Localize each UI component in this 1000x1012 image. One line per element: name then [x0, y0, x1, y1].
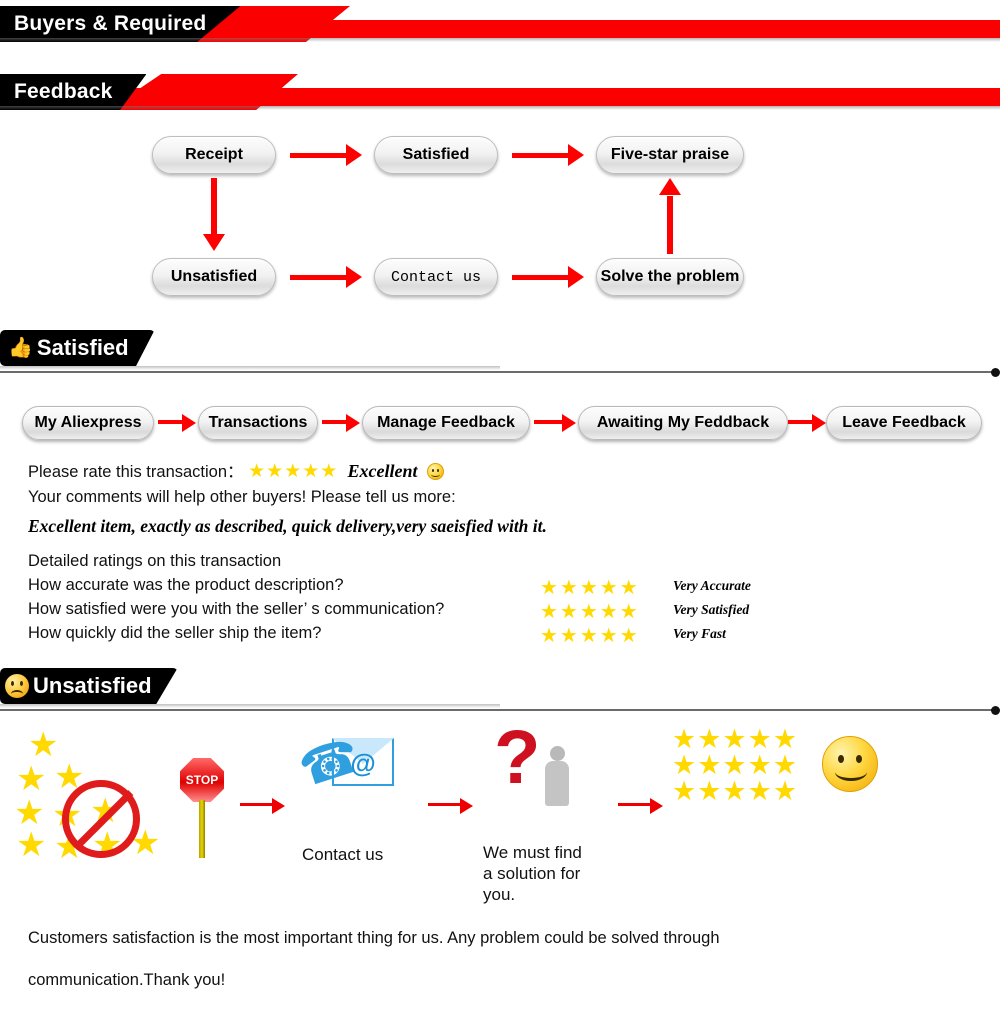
details-title: Detailed ratings on this transaction — [28, 552, 282, 570]
stop-sign-pole — [199, 800, 205, 858]
nav-step-my-aliexpress[interactable]: My Aliexpress — [22, 406, 154, 440]
rating-stars: ★★★★★ — [540, 625, 640, 647]
flow-node-unsatisfied[interactable]: Unsatisfied — [152, 258, 276, 296]
unsatisfied-illustration-row: ★ ★ ★ ★ ★ ★ ★ ★ ★ ★ STOP @ ☎ Contact us ? We m… — [0, 720, 1000, 920]
flow-arrow-receipt-satisfied — [290, 144, 362, 166]
section-label-unsatisfied: Unsatisfied — [33, 673, 152, 698]
buyer-comment-text: Excellent item, exactly as described, qu… — [28, 516, 547, 536]
banner-feedback: Feedback — [0, 68, 1000, 114]
banner-buyers-required: Buyers & Required — [0, 0, 1000, 46]
rating-question: How accurate was the product description… — [28, 576, 344, 594]
flow-arrow-contact-solve — [512, 266, 584, 288]
thumbs-up-icon: 👍 — [8, 337, 33, 359]
flow-arrow-receipt-unsatisfied — [203, 178, 225, 254]
rating-label: Very Fast — [673, 626, 726, 641]
flow-node-satisfied[interactable]: Satisfied — [374, 136, 498, 174]
details-title-row: Detailed ratings on this transaction — [28, 552, 908, 576]
question-mark-person-icon: ? — [490, 720, 586, 810]
illus-arrow-2 — [428, 798, 474, 814]
flow-node-five-star-praise[interactable]: Five-star praise — [596, 136, 744, 174]
rating-stars: ★★★★★ — [540, 601, 640, 623]
nav-arrow-1 — [158, 414, 196, 432]
flow-arrow-solve-praise — [659, 178, 681, 254]
section-rule — [0, 706, 1000, 715]
nav-step-leave-feedback[interactable]: Leave Feedback — [826, 406, 982, 440]
caption-contact-us: Contact us — [302, 845, 384, 864]
nav-arrow-4 — [788, 414, 826, 432]
footer-line-1: Customers satisfaction is the most impor… — [28, 929, 720, 947]
section-plate-unsatisfied: Unsatisfied — [0, 668, 178, 704]
rate-stars: ★★★★★ — [248, 461, 339, 482]
feedback-flowchart: Receipt Satisfied Five-star praise Unsat… — [0, 128, 1000, 318]
smiley-face-icon — [822, 736, 878, 792]
footer-message: Customers satisfaction is the most impor… — [28, 928, 928, 1012]
feedback-nav-chain: My Aliexpress Transactions Manage Feedba… — [0, 402, 1000, 444]
nav-arrow-3 — [534, 414, 576, 432]
phone-email-icon: @ ☎ — [293, 729, 394, 804]
illus-arrow-3 — [618, 798, 664, 814]
star-row: ★★★★★ — [672, 750, 799, 780]
banner-shadow — [0, 38, 1000, 42]
rating-label: Very Satisfied — [673, 602, 750, 617]
telephone-handset-icon: ☎ — [292, 728, 367, 798]
stop-sign-label: STOP — [180, 758, 224, 802]
smiley-face-icon — [426, 463, 444, 480]
prohibited-circle-icon — [62, 780, 140, 858]
person-figure-icon — [542, 746, 572, 806]
rate-prompt-label: Please rate this transaction： — [28, 463, 244, 481]
nav-step-awaiting-my-feedback[interactable]: Awaiting My Feddback — [578, 406, 788, 440]
star-row: ★★★★★ — [672, 776, 799, 806]
rating-label: Very Accurate — [673, 578, 751, 593]
comments-prompt: Your comments will help other buyers! Pl… — [28, 488, 456, 506]
illus-arrow-1 — [240, 798, 286, 814]
flow-node-solve-problem[interactable]: Solve the problem — [596, 258, 744, 296]
banner-shadow — [0, 106, 1000, 110]
table-row: How accurate was the product description… — [28, 576, 908, 600]
rating-stars: ★★★★★ — [540, 577, 640, 599]
rating-block: Please rate this transaction： ★★★★★ Exce… — [28, 458, 908, 548]
nav-step-transactions[interactable]: Transactions — [198, 406, 318, 440]
rate-word: Excellent — [347, 461, 418, 481]
full-stars-icon: ★★★★★ ★★★★★ ★★★★★ — [672, 724, 812, 806]
rate-prompt-row: Please rate this transaction： ★★★★★ Exce… — [28, 458, 908, 483]
detailed-ratings-table: Detailed ratings on this transaction How… — [28, 552, 908, 648]
crossed-out-stars-icon: ★ ★ ★ ★ ★ ★ ★ ★ ★ ★ — [14, 726, 161, 866]
rating-question: How satisfied were you with the seller’ … — [28, 600, 445, 618]
flow-node-receipt[interactable]: Receipt — [152, 136, 276, 174]
flow-arrow-unsatisfied-contact — [290, 266, 362, 288]
caption-find-solution: We must find a solution for you. — [483, 843, 582, 904]
rating-question: How quickly did the seller ship the item… — [28, 624, 322, 642]
table-row: How quickly did the seller ship the item… — [28, 624, 908, 648]
flow-node-contact-us[interactable]: Contact us — [374, 258, 498, 296]
star-row: ★★★★★ — [672, 724, 799, 754]
question-mark-glyph: ? — [494, 715, 541, 800]
section-shadow — [0, 366, 500, 370]
sad-face-icon — [5, 674, 29, 698]
footer-line-2: communication.Thank you! — [28, 971, 226, 989]
flow-arrow-satisfied-praise — [512, 144, 584, 166]
table-row: How satisfied were you with the seller’ … — [28, 600, 908, 624]
section-rule — [0, 368, 1000, 377]
stop-sign-icon: STOP — [180, 758, 224, 858]
nav-arrow-2 — [322, 414, 360, 432]
section-label-satisfied: Satisfied — [36, 335, 129, 360]
section-plate-satisfied: 👍 Satisfied — [0, 330, 155, 366]
nav-step-manage-feedback[interactable]: Manage Feedback — [362, 406, 530, 440]
section-shadow — [0, 704, 500, 708]
